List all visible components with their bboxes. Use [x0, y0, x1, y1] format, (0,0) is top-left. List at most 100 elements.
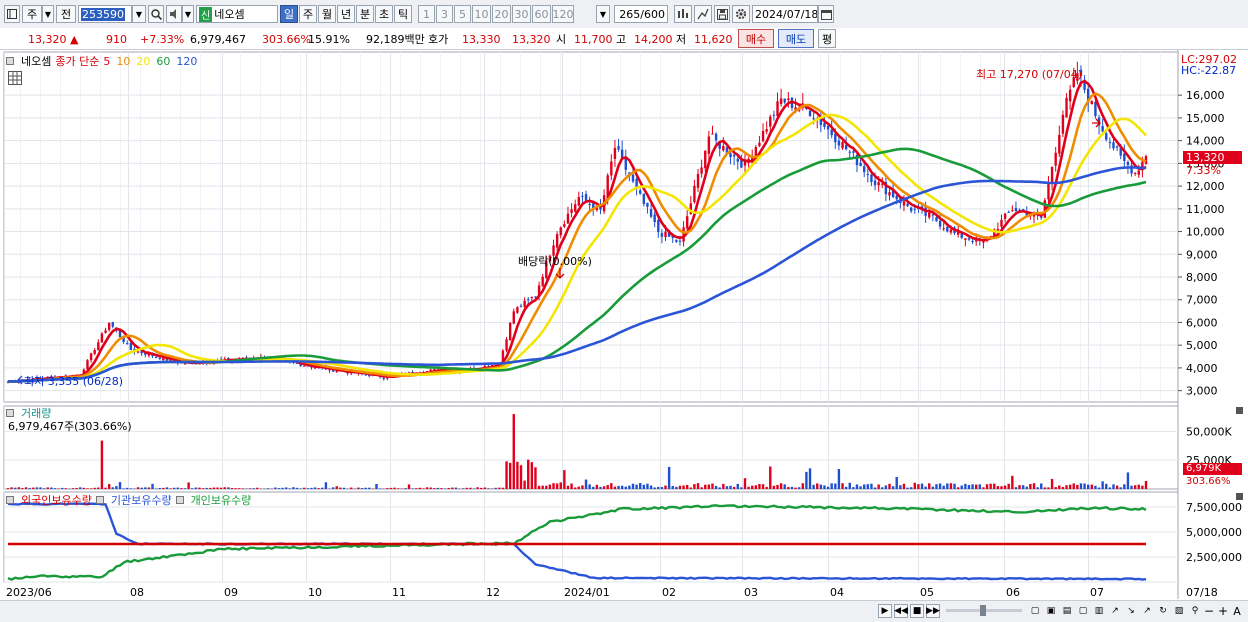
volume-bar [693, 484, 695, 489]
volume-bar [130, 488, 132, 489]
period-tab-2[interactable]: 월 [318, 5, 336, 23]
interval-dropdown-icon[interactable]: ▼ [596, 5, 610, 23]
draw-tool-icon-1[interactable]: ↗ [1108, 604, 1122, 618]
interval-tab-3[interactable]: 3 [436, 5, 453, 23]
period-tab-1[interactable]: 주 [299, 5, 317, 23]
view-mode-icon-2[interactable]: ▣ [1044, 604, 1058, 618]
layout-icon-svg [7, 9, 17, 19]
save-icon[interactable] [714, 5, 730, 23]
fast-forward-icon[interactable]: ▶▶ [926, 604, 940, 618]
stock-code-dropdown-icon[interactable]: ▼ [132, 5, 146, 23]
copy-icon[interactable]: ▧ [1172, 604, 1186, 618]
volume-bar [480, 488, 482, 489]
interval-tab-5[interactable]: 5 [454, 5, 471, 23]
high-price: 14,200 [634, 31, 673, 47]
candle-body [729, 153, 731, 157]
layout-icon[interactable] [4, 5, 20, 23]
candle-body [762, 131, 764, 141]
interval-tab-60[interactable]: 60 [532, 5, 551, 23]
candle-body [769, 117, 771, 127]
zoom-in-icon[interactable] [674, 5, 692, 23]
candle-body [184, 363, 186, 364]
volume-bar [903, 484, 905, 489]
period-tab-3[interactable]: 년 [337, 5, 355, 23]
volume-bar [440, 488, 442, 489]
grid-toggle-icon[interactable] [8, 71, 22, 85]
volume-bar [505, 461, 507, 489]
search-icon[interactable] [148, 5, 164, 23]
speaker-dropdown-icon[interactable]: ▼ [182, 5, 194, 23]
bottom-scroll-bar: ▶ ◀◀ ■ ▶▶ ▢ ▣ ▤ ▢ ▥ ↗ ↘ ↗ ↻ ▧ ⚲ − + A [0, 600, 1248, 622]
interval-tab-1[interactable]: 1 [418, 5, 435, 23]
legend-box-icon [6, 57, 14, 65]
view-mode-icon-1[interactable]: ▢ [1028, 604, 1042, 618]
font-size-icon[interactable]: A [1230, 604, 1244, 618]
scroll-right-icon[interactable]: ▶ [878, 604, 892, 618]
interval-tab-30[interactable]: 30 [512, 5, 531, 23]
avg-button[interactable]: 평 [818, 29, 836, 48]
draw-tool-icon-4[interactable]: ↻ [1156, 604, 1170, 618]
volume-bar [90, 488, 92, 489]
interval-tab-10[interactable]: 10 [472, 5, 491, 23]
interval-tab-20[interactable]: 20 [492, 5, 511, 23]
volume-bar [765, 487, 767, 489]
view-mode-icon-5[interactable]: ▥ [1092, 604, 1106, 618]
zoom-out-icon[interactable]: − [1202, 604, 1216, 618]
xaxis-label-7: 02 [662, 586, 676, 599]
interval-tab-120[interactable]: 120 [552, 5, 574, 23]
volume-bar [1091, 485, 1093, 489]
yaxis-price-label-9: 7,000 [1186, 294, 1218, 307]
period-tab-5[interactable]: 초 [375, 5, 393, 23]
legend-foreign: 외국인보유수량 [21, 492, 92, 508]
calendar-icon[interactable] [818, 5, 834, 23]
draw-tool-icon-3[interactable]: ↗ [1140, 604, 1154, 618]
market-type-dropdown-icon[interactable]: ▼ [42, 5, 54, 23]
calendar-icon-svg [821, 9, 832, 20]
zoom-plus-icon[interactable]: + [1216, 604, 1230, 618]
volume-bar [809, 468, 811, 489]
candle-body [838, 141, 840, 146]
count-input[interactable]: 265/600 [614, 5, 668, 23]
top-toolbar: 주 ▼ 전 253590 ▼ ▼ 신 네오셈 일주월년분초틱 135102030… [0, 0, 1248, 29]
settings-icon[interactable] [732, 5, 750, 23]
all-button[interactable]: 전 [56, 5, 76, 23]
buy-button[interactable]: 매수 [738, 29, 774, 48]
line-tool-icon-svg [697, 8, 709, 20]
volume-bar [769, 466, 771, 489]
candle-body [1054, 153, 1056, 166]
volume-bar [849, 483, 851, 489]
xaxis-label-0: 2023/06 [6, 586, 52, 599]
volume-bar [791, 487, 793, 489]
date-input[interactable]: 2024/07/18 [752, 5, 818, 23]
market-type-select[interactable]: 주 [22, 5, 42, 23]
volume-bar [867, 484, 869, 489]
chart-area[interactable]: 2023/0608091011122024/0102030405060707/1… [0, 50, 1248, 599]
rewind-icon[interactable]: ◀◀ [894, 604, 908, 618]
zoom-slider-handle[interactable] [980, 605, 986, 616]
candle-body [1091, 101, 1093, 104]
stock-code-input[interactable]: 253590 [78, 5, 132, 23]
volume-bar [979, 484, 981, 489]
volume-bar [148, 487, 150, 489]
volume-bar [989, 484, 991, 489]
candle-body [653, 214, 655, 222]
period-tab-0[interactable]: 일 [280, 5, 298, 23]
draw-tool-icon-2[interactable]: ↘ [1124, 604, 1138, 618]
view-mode-icon-3[interactable]: ▤ [1060, 604, 1074, 618]
speaker-icon[interactable] [166, 5, 182, 23]
volume-bar [278, 488, 280, 489]
sell-button[interactable]: 매도 [778, 29, 814, 48]
candle-body [932, 215, 934, 216]
period-tab-6[interactable]: 틱 [394, 5, 412, 23]
candle-body [823, 123, 825, 127]
volume-bar [166, 487, 168, 489]
stock-name-field[interactable]: 신 네오셈 [196, 5, 278, 23]
volume-bar [520, 465, 522, 489]
period-tab-4[interactable]: 분 [356, 5, 374, 23]
chart-canvas[interactable]: 2023/0608091011122024/0102030405060707/1… [0, 50, 1248, 599]
line-tool-icon[interactable] [694, 5, 712, 23]
volume-bar [755, 485, 757, 489]
stop-icon[interactable]: ■ [910, 604, 924, 618]
search-zoom-icon[interactable]: ⚲ [1188, 604, 1202, 618]
view-mode-icon-4[interactable]: ▢ [1076, 604, 1090, 618]
